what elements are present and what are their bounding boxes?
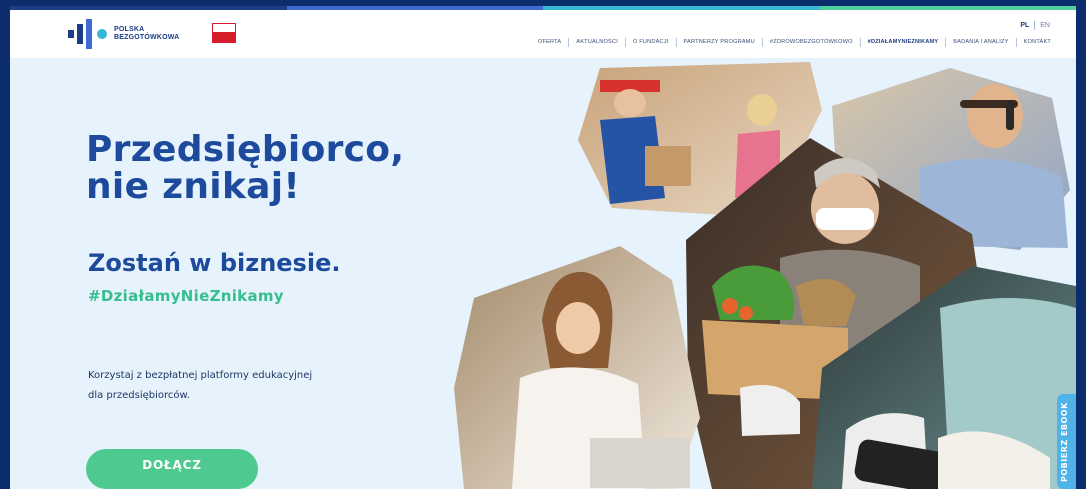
- partner-logo-icon[interactable]: [212, 19, 236, 47]
- brand-logo-mark-icon: [68, 19, 108, 49]
- nav-item-badania[interactable]: BADANIA I ANALIZY: [945, 38, 1015, 47]
- hero-title-line2: nie znikaj!: [86, 166, 301, 207]
- hero-title: Przedsiębiorco, nie znikaj!: [86, 132, 404, 205]
- lang-pl-link[interactable]: PL: [1020, 22, 1029, 29]
- nav-item-zdrowobezgotowkowo[interactable]: #ZDROWOBEZGOTÓWKOWO: [761, 38, 860, 47]
- brand-logo-text: POLSKA BEZGOTÓWKOWA: [114, 26, 179, 42]
- ebook-side-tab[interactable]: POBIERZ EBOOK: [1057, 394, 1076, 489]
- brand-logo-line2: BEZGOTÓWKOWA: [114, 34, 180, 41]
- hero-description-line2: dla przedsiębiorców.: [88, 390, 190, 401]
- nav-item-oferta[interactable]: OFERTA: [531, 38, 568, 47]
- photo-collage: [454, 62, 1076, 489]
- site-header: POLSKA BEZGOTÓWKOWA PL EN OFERTA AKTUALN…: [10, 10, 1076, 58]
- hero-description: Korzystaj z bezpłatnej platformy edukacy…: [88, 366, 388, 406]
- lang-en-link[interactable]: EN: [1040, 22, 1050, 29]
- nav-item-kontakt[interactable]: KONTAKT: [1015, 38, 1058, 47]
- hero-subtitle: Zostań w biznesie.: [88, 249, 341, 277]
- ebook-side-tab-label: POBIERZ EBOOK: [1060, 402, 1069, 482]
- lang-separator: [1034, 21, 1036, 30]
- nav-item-aktualnosci[interactable]: AKTUALNOŚCI: [568, 38, 625, 47]
- brand-logo-line1: POLSKA: [114, 26, 145, 33]
- page: POLSKA BEZGOTÓWKOWA PL EN OFERTA AKTUALN…: [10, 10, 1076, 489]
- hero-title-line1: Przedsiębiorco,: [86, 129, 405, 170]
- nav-item-partnerzy[interactable]: PARTNERZY PROGRAMU: [675, 38, 762, 47]
- nav-item-dzialamynieznikamy[interactable]: #DZIAŁAMYNIEZNIKAMY: [859, 38, 946, 47]
- main-nav: OFERTA AKTUALNOŚCI O FUNDACJI PARTNERZY …: [531, 38, 1058, 47]
- hero-hashtag: #DziałamyNieZnikamy: [88, 287, 284, 305]
- hero-description-line1: Korzystaj z bezpłatnej platformy edukacy…: [88, 370, 313, 381]
- language-switcher: PL EN: [1020, 21, 1050, 30]
- nav-item-o-fundacji[interactable]: O FUNDACJI: [624, 38, 676, 47]
- join-button[interactable]: DOŁĄCZ: [86, 449, 258, 489]
- smiling-woman-photo: [454, 246, 700, 489]
- brand-logo[interactable]: POLSKA BEZGOTÓWKOWA: [68, 19, 179, 49]
